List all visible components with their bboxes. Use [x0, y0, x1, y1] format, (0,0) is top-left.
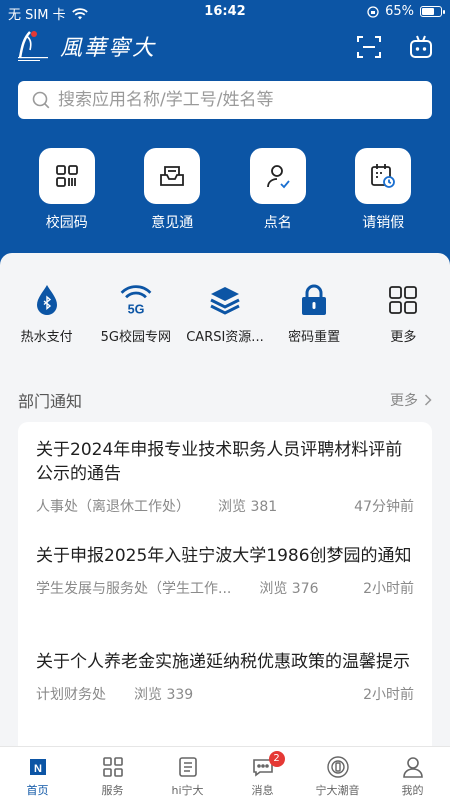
layers-icon — [210, 287, 240, 315]
notice-views: 浏览 376 — [259, 581, 319, 597]
service-grid: 热水支付 5G 5G校园专网 CARSI资源... 密码重置 更多 — [0, 282, 450, 345]
quick-action-label: 请销假 — [362, 215, 405, 231]
status-bar: 无 SIM 卡 16:42 65% — [0, 0, 450, 24]
tab-messages[interactable]: 2 消息 — [225, 747, 300, 800]
quick-actions: 校园码 意见通 点名 请销假 — [0, 148, 450, 232]
notice-item[interactable]: 关于申报2025年入驻宁波大学1986创梦园的通知 学生发展与服务处（学生工作.… — [36, 544, 414, 598]
search-icon — [32, 91, 50, 109]
university-logo — [18, 31, 48, 61]
quick-action-label: 校园码 — [45, 215, 88, 231]
robot-assistant-icon[interactable] — [408, 34, 434, 60]
notice-title: 关于申报2025年入驻宁波大学1986创梦园的通知 — [36, 546, 412, 566]
tab-label: 服务 — [101, 784, 124, 797]
battery-percent: 65% — [385, 4, 414, 19]
service-label: 密码重置 — [288, 330, 341, 345]
home-icon: N — [29, 759, 46, 775]
brand-bar: 風華寧大 — [14, 28, 156, 64]
service-password-reset[interactable]: 密码重置 — [270, 282, 358, 345]
notice-time: 2小时前 — [363, 687, 414, 703]
tab-label: hi宁大 — [171, 784, 204, 797]
qr-code-icon — [55, 165, 78, 187]
tab-label: 宁大潮音 — [315, 784, 360, 797]
service-label: 5G校园专网 — [100, 330, 171, 345]
brand-name: 風華寧大 — [60, 36, 157, 61]
notice-time: 2小时前 — [363, 581, 414, 597]
quick-action-leave[interactable]: 请销假 — [343, 148, 423, 232]
notice-department: 人事处（离退休工作处） — [36, 499, 190, 515]
profile-icon — [402, 757, 423, 778]
service-label: CARSI资源... — [186, 330, 264, 345]
search-bar[interactable] — [18, 81, 432, 119]
radio-icon — [326, 756, 349, 778]
5g-signal-icon: 5G — [120, 285, 152, 317]
tab-label: 首页 — [26, 784, 49, 797]
service-5g-network[interactable]: 5G 5G校园专网 — [92, 282, 180, 345]
svg-text:5G: 5G — [127, 303, 144, 317]
tab-home[interactable]: N 首页 — [0, 747, 75, 800]
quick-action-roll-call[interactable]: 点名 — [238, 148, 318, 232]
document-icon — [178, 757, 197, 777]
orientation-lock-icon — [367, 5, 379, 18]
notice-views: 浏览 339 — [134, 687, 194, 703]
search-input[interactable] — [58, 90, 398, 110]
scan-icon[interactable] — [356, 34, 382, 60]
service-hot-water-payment[interactable]: 热水支付 — [3, 282, 91, 345]
tab-services[interactable]: 服务 — [75, 747, 150, 800]
notice-title: 关于个人养老金实施递延纳税优惠政策的温馨提示 — [36, 652, 410, 672]
tab-hi-nbu[interactable]: hi宁大 — [150, 747, 225, 800]
notices-more-link[interactable]: 更多 — [390, 390, 432, 410]
notices-header: 部门通知 更多 — [18, 388, 432, 412]
service-carsi-resources[interactable]: CARSI资源... — [181, 282, 269, 345]
service-label: 热水支付 — [20, 330, 73, 345]
grid-icon — [389, 286, 418, 314]
tab-profile[interactable]: 我的 — [375, 747, 450, 800]
notice-item[interactable]: 关于个人养老金实施递延纳税优惠政策的温馨提示 计划财务处 浏览 339 2小时前 — [36, 650, 414, 704]
user-check-icon — [266, 165, 290, 189]
service-label: 更多 — [390, 330, 417, 345]
tab-label: 我的 — [401, 784, 424, 797]
notice-time: 47分钟前 — [354, 499, 414, 515]
more-label: 更多 — [390, 393, 418, 409]
bottom-tab-bar: N 首页 服务 hi宁大 2 消息 宁大潮音 我的 — [0, 746, 450, 800]
notices-title: 部门通知 — [18, 392, 83, 411]
notice-views: 浏览 381 — [218, 499, 278, 515]
unread-badge: 2 — [268, 751, 285, 767]
chevron-right-icon — [424, 394, 432, 406]
tab-label: 消息 — [251, 784, 274, 797]
service-more[interactable]: 更多 — [359, 282, 447, 345]
quick-action-label: 点名 — [263, 215, 292, 231]
notices-card: 关于2024年申报专业技术职务人员评聘材料评前公示的通告 人事处（离退休工作处）… — [18, 422, 432, 762]
services-grid-icon — [102, 757, 123, 777]
quick-action-label: 意见通 — [151, 215, 194, 231]
battery-icon — [420, 6, 445, 17]
feedback-inbox-icon — [160, 166, 185, 186]
notice-department: 计划财务处 — [36, 687, 106, 703]
notice-department: 学生发展与服务处（学生工作... — [36, 581, 232, 597]
lock-icon — [302, 284, 327, 315]
notice-item[interactable]: 关于2024年申报专业技术职务人员评聘材料评前公示的通告 人事处（离退休工作处）… — [36, 438, 414, 516]
quick-action-feedback[interactable]: 意见通 — [132, 148, 212, 232]
svg-text:N: N — [34, 763, 42, 775]
calendar-clock-icon — [371, 164, 396, 188]
water-drop-bluetooth-icon — [36, 285, 57, 315]
notice-title: 关于2024年申报专业技术职务人员评聘材料评前公示的通告 — [36, 440, 403, 484]
quick-action-campus-code[interactable]: 校园码 — [27, 148, 107, 232]
tab-radio[interactable]: 宁大潮音 — [300, 747, 375, 800]
